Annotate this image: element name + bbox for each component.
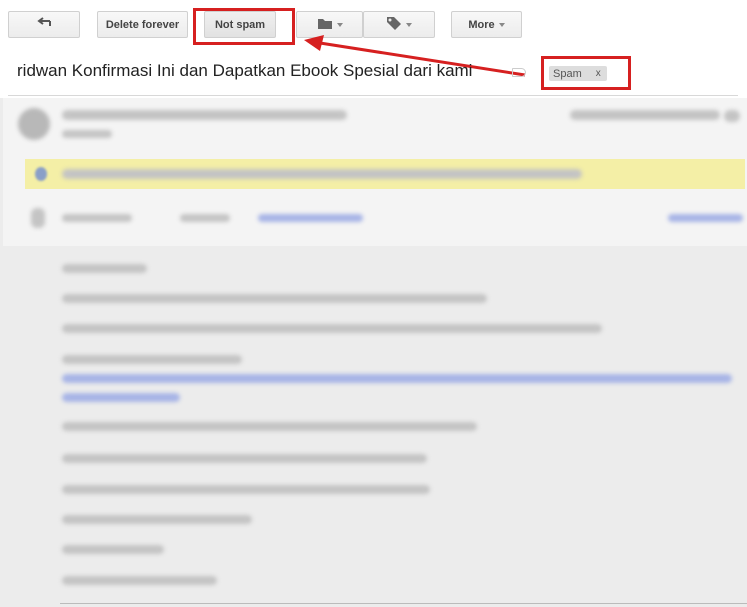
body-link <box>62 374 732 383</box>
body-line <box>62 355 242 364</box>
sender-avatar <box>18 108 50 140</box>
spam-label-highlight-box <box>541 56 631 90</box>
divider <box>8 95 738 96</box>
meta-line <box>180 214 230 222</box>
divider <box>60 603 747 604</box>
important-marker-icon[interactable] <box>512 68 526 77</box>
body-line <box>62 454 427 463</box>
body-line <box>62 294 487 303</box>
body-line <box>62 324 602 333</box>
timestamp-line <box>570 110 720 120</box>
warning-text <box>62 169 582 179</box>
recipient-line <box>62 130 112 138</box>
meta-line <box>62 214 132 222</box>
meta-link <box>668 214 743 222</box>
body-line <box>62 576 217 585</box>
body-line <box>62 422 477 431</box>
attachment-icon <box>31 208 45 228</box>
body-link <box>62 393 180 402</box>
info-icon <box>35 167 47 181</box>
reply-icon[interactable] <box>724 110 740 122</box>
email-subject: ridwan Konfirmasi Ini dan Dapatkan Ebook… <box>17 61 473 80</box>
meta-link <box>258 214 363 222</box>
body-line <box>62 515 252 524</box>
body-line <box>62 485 430 494</box>
body-line <box>62 545 164 554</box>
body-line <box>62 264 147 273</box>
sender-line <box>62 110 347 120</box>
